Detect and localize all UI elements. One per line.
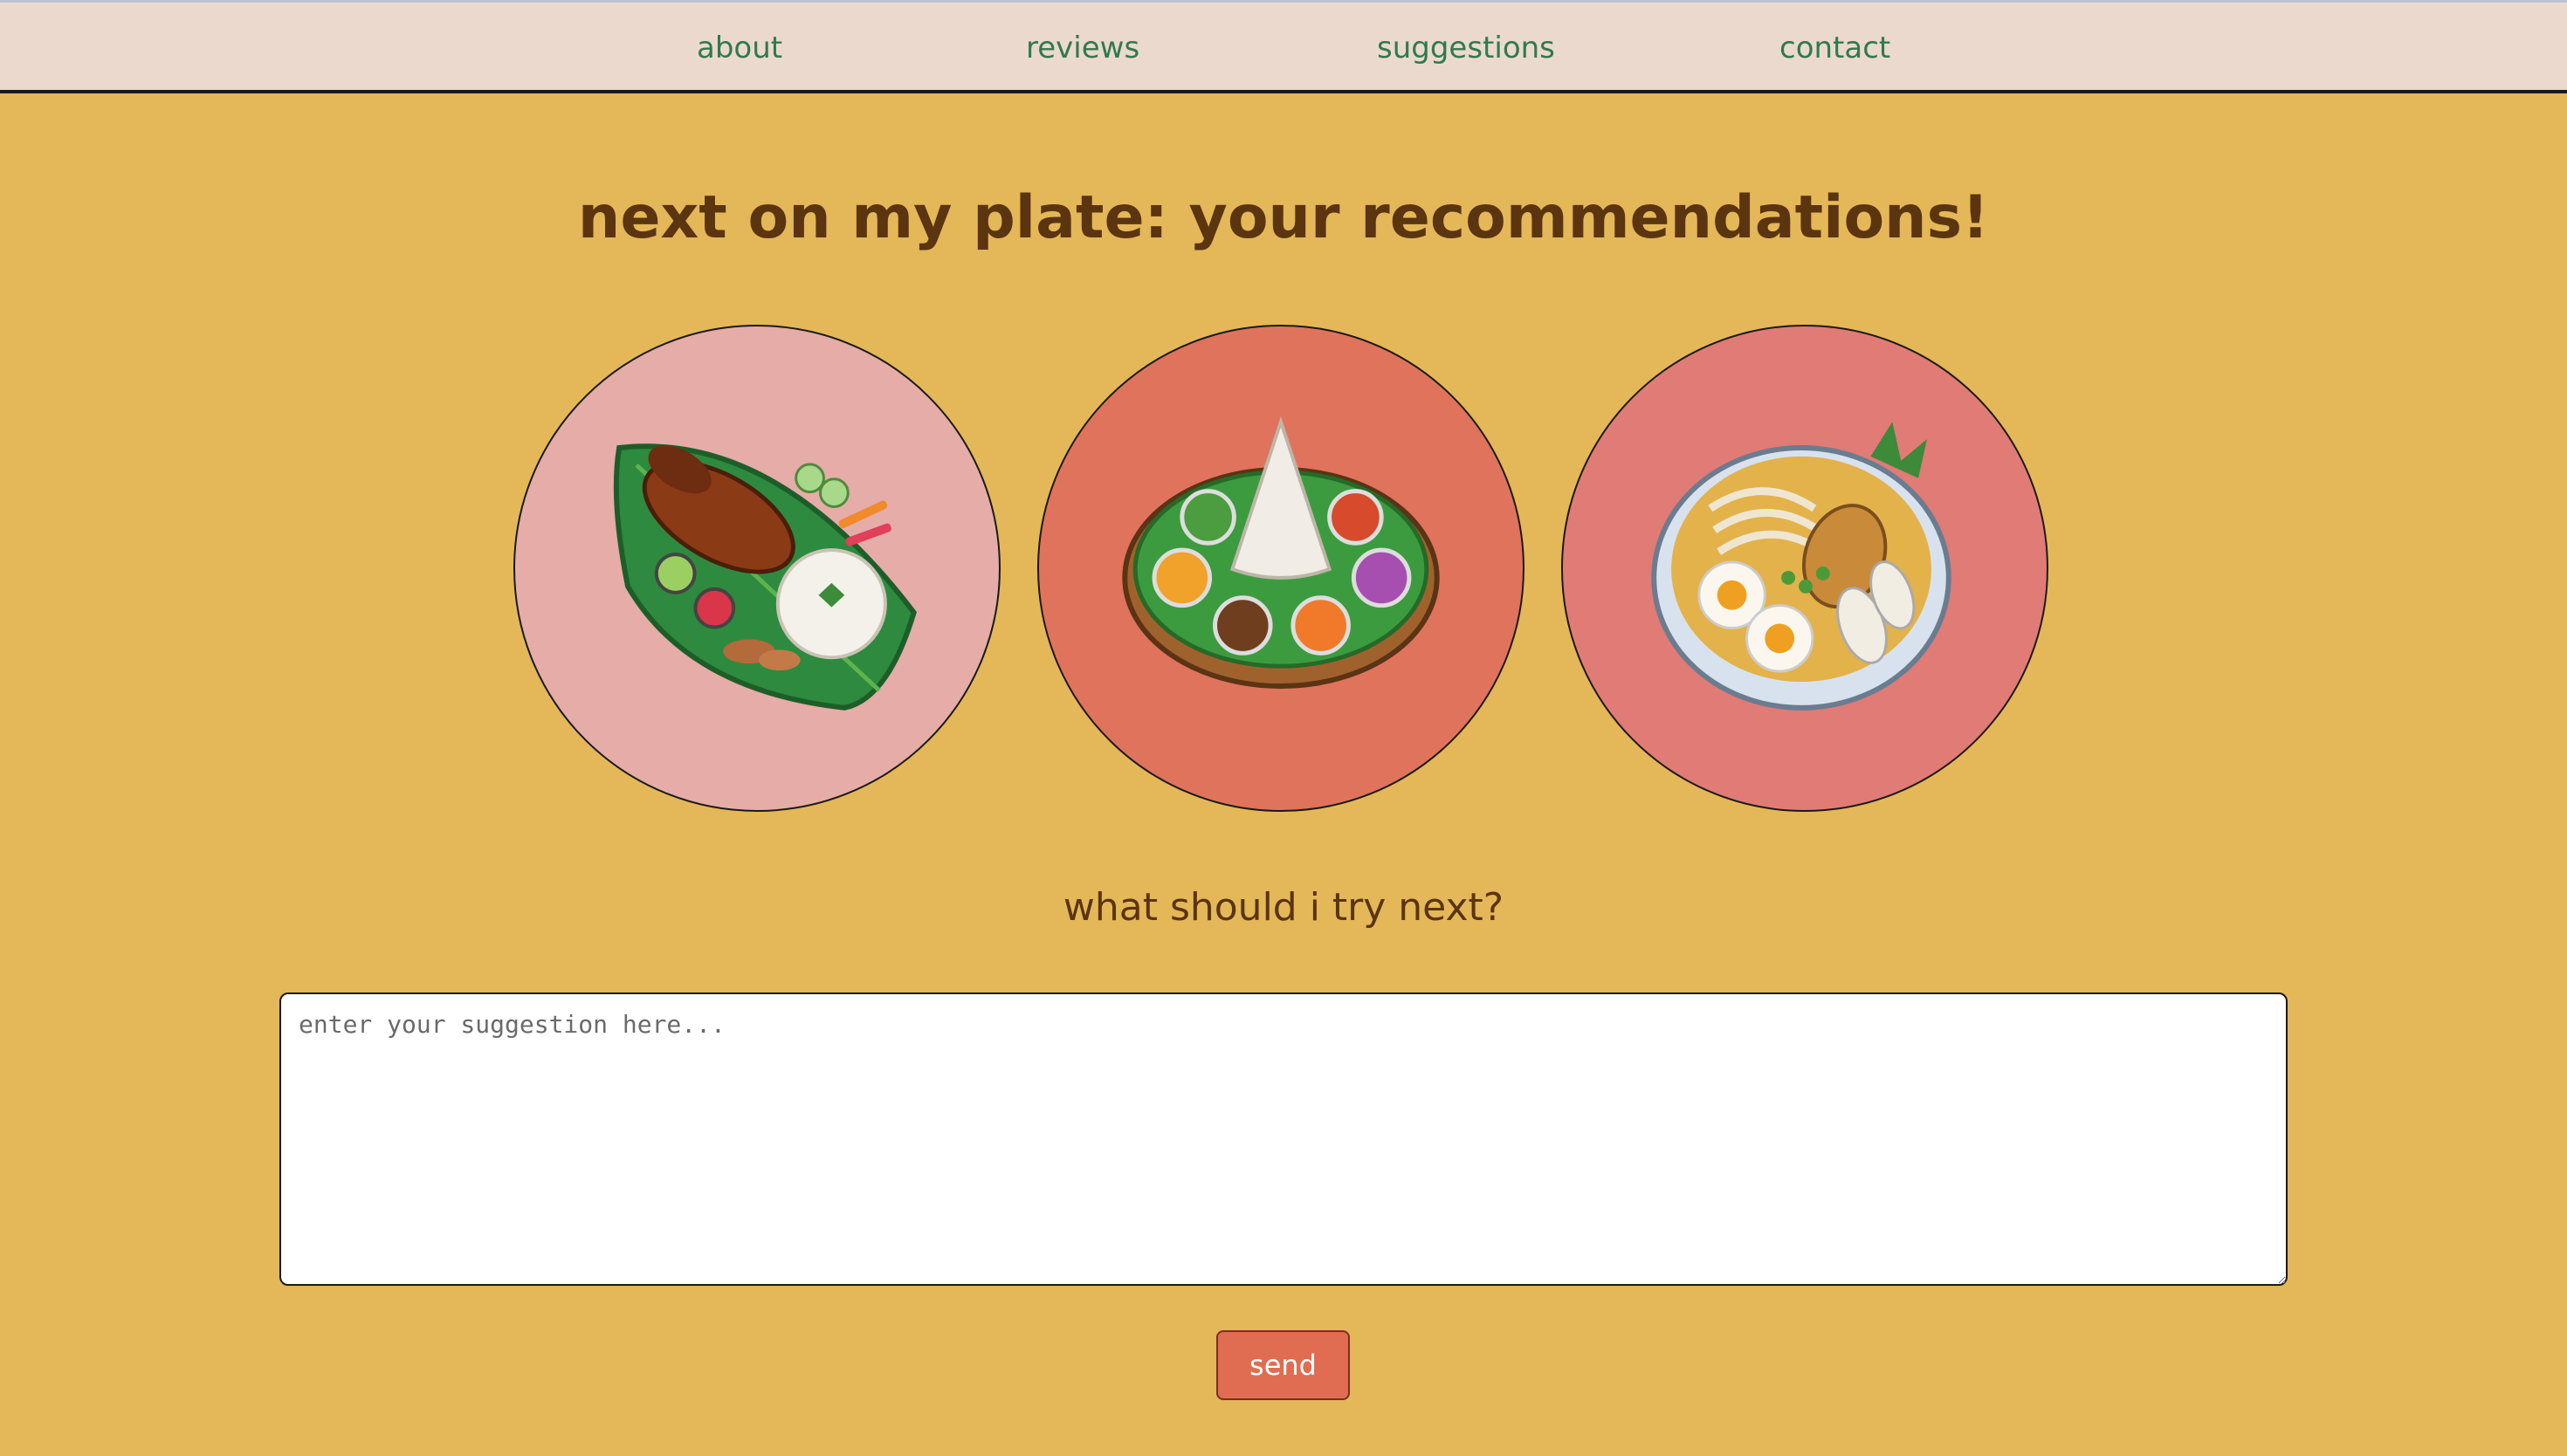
suggestion-prompt: what should i try next? xyxy=(1063,885,1504,930)
noodle-soup-icon xyxy=(1651,422,1951,711)
plate-chicken-rice-image xyxy=(513,325,1001,812)
nav-link-contact[interactable]: contact xyxy=(1779,27,1890,69)
nav-link-reviews[interactable]: reviews xyxy=(1026,27,1139,69)
nav-link-about[interactable]: about xyxy=(697,27,782,69)
suggestion-input[interactable] xyxy=(279,992,2288,1286)
plate-rice-cone-platter-image xyxy=(1037,325,1524,812)
top-navigation: about reviews suggestions contact xyxy=(0,3,2567,93)
rice-cone-platter-icon xyxy=(1122,416,1440,690)
plate-noodle-soup-image xyxy=(1561,325,2048,812)
send-button[interactable]: send xyxy=(1216,1330,1350,1400)
chicken-rice-icon xyxy=(613,443,917,711)
nav-link-suggestions[interactable]: suggestions xyxy=(1377,27,1555,69)
page-title: next on my plate: your recommendations! xyxy=(577,183,1990,252)
